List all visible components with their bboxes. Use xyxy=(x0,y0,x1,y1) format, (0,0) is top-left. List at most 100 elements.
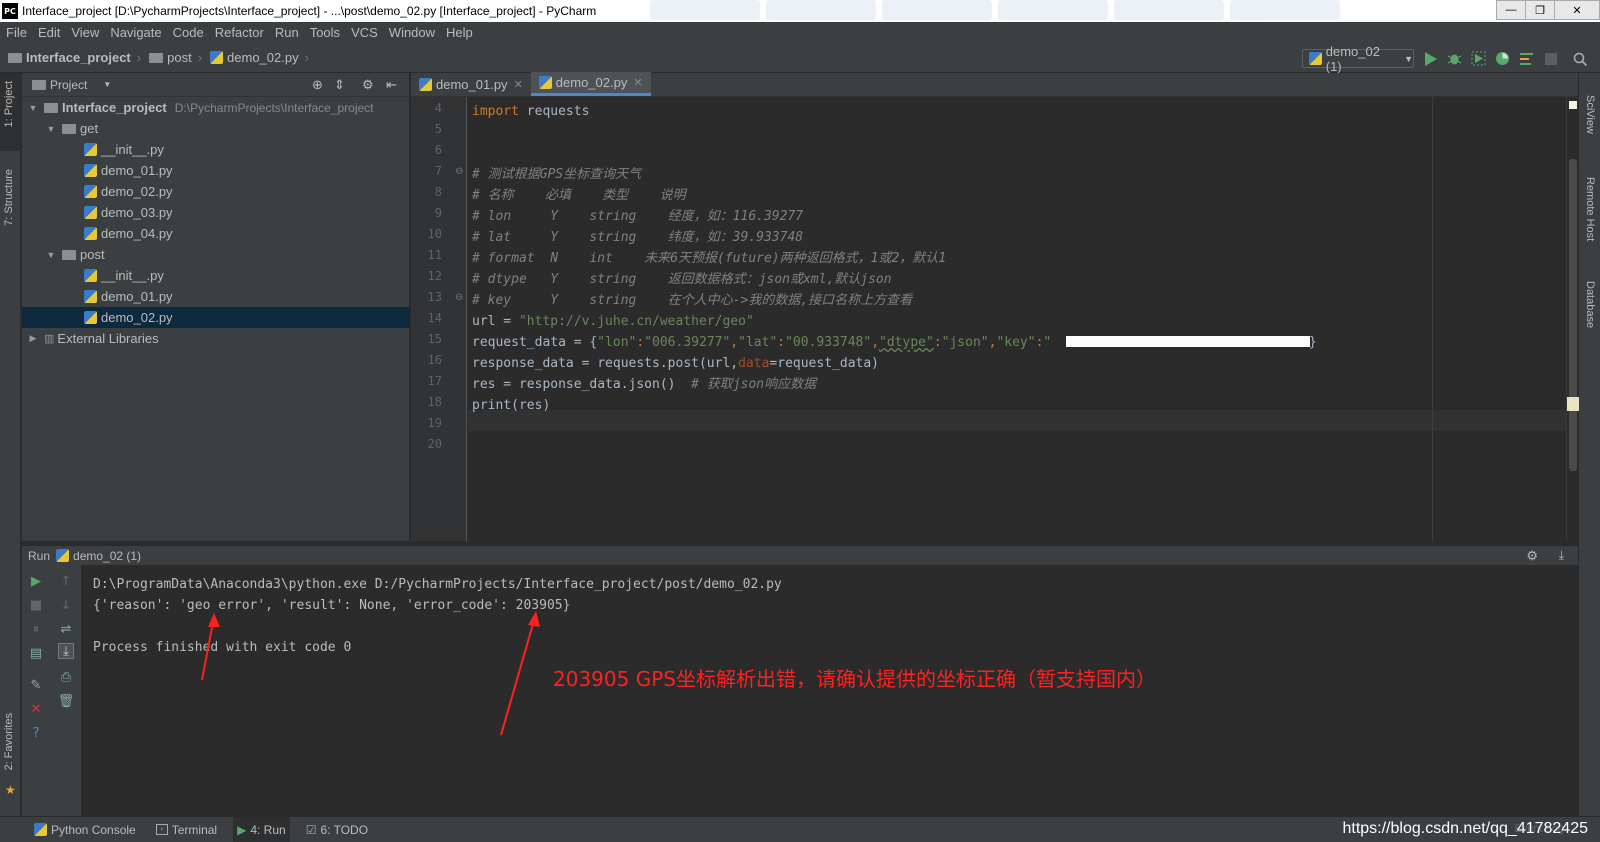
menu-vcs[interactable]: VCS xyxy=(345,25,383,40)
pin-tab-icon[interactable]: ✎ xyxy=(28,677,44,693)
editor-tab-active[interactable]: demo_02.py ✕ xyxy=(530,72,651,96)
editor-scrollbar[interactable] xyxy=(1566,97,1579,541)
tree-item-label: demo_01.py xyxy=(101,163,173,178)
hide-panel-icon[interactable]: ⤓ xyxy=(1559,548,1564,563)
terminal-icon: › xyxy=(155,824,168,835)
line-number: 13 xyxy=(427,290,442,304)
fold-marker-icon[interactable]: ⊖ xyxy=(455,292,463,303)
breadcrumb-project[interactable]: Interface_project › xyxy=(8,50,141,65)
tab-favorites[interactable]: 2: Favorites xyxy=(3,713,15,770)
close-icon[interactable]: ✕ xyxy=(514,78,523,91)
breadcrumb-folder[interactable]: post › xyxy=(149,50,202,65)
inspection-status-icon[interactable] xyxy=(1569,101,1577,109)
star-icon: ★ xyxy=(5,783,16,797)
close-icon[interactable]: ✕ xyxy=(633,76,642,89)
left-tool-strip: 1: Project 7: Structure 2: Favorites ★ xyxy=(0,73,21,816)
rerun-icon[interactable]: ▶ xyxy=(28,573,44,589)
print-icon[interactable]: ⎙ xyxy=(58,669,74,685)
collapse-all-icon[interactable]: ⇕ xyxy=(334,77,345,93)
line-number: 9 xyxy=(434,206,442,220)
locate-icon[interactable]: ⊕ xyxy=(312,77,323,93)
tree-item-file[interactable]: __init__.py xyxy=(22,265,410,286)
gear-icon[interactable]: ⚙ xyxy=(362,77,374,93)
project-panel-title[interactable]: Project xyxy=(50,78,87,92)
concurrency-icon[interactable] xyxy=(1519,51,1534,66)
chevron-down-icon[interactable]: ▼ xyxy=(103,80,111,89)
tab-structure[interactable]: 7: Structure xyxy=(3,169,15,226)
tree-item-folder[interactable]: ▼ post xyxy=(22,244,410,265)
debug-icon[interactable] xyxy=(1447,51,1462,66)
menu-help[interactable]: Help xyxy=(440,25,478,40)
pause-icon[interactable]: ⏸ xyxy=(28,621,44,637)
line-number: 15 xyxy=(427,332,442,346)
fold-marker-icon[interactable]: ⊖ xyxy=(455,166,463,177)
menu-run[interactable]: Run xyxy=(269,25,304,40)
editor-tab[interactable]: demo_01.py ✕ xyxy=(411,72,531,96)
hide-panel-icon[interactable]: ⇤ xyxy=(386,77,397,93)
maximize-button[interactable]: ❐ xyxy=(1525,0,1555,20)
code-line: res = response_data.json() # 获取json响应数据 xyxy=(472,377,817,392)
tree-item-project-root[interactable]: ▼ Interface_project D:\PycharmProjects\I… xyxy=(22,97,410,118)
stop-icon[interactable] xyxy=(1543,51,1558,66)
tab-database[interactable]: Database xyxy=(1584,281,1596,328)
tree-item-label: demo_02.py xyxy=(101,310,173,325)
run-configuration-select[interactable]: demo_02 (1) ▼ xyxy=(1302,44,1414,74)
code-line: # format N int 未来6天预报(future)两种返回格式，1或2，… xyxy=(472,251,947,266)
python-console-tab[interactable]: Python Console xyxy=(30,817,140,842)
run-tab[interactable]: ▶ 4: Run xyxy=(233,816,290,842)
menu-navigate[interactable]: Navigate xyxy=(104,25,166,40)
tab-project[interactable]: 1: Project xyxy=(3,81,15,127)
line-number: 7 xyxy=(434,164,442,178)
scrollbar-thumb[interactable] xyxy=(1569,159,1577,471)
tree-item-file[interactable]: demo_02.py xyxy=(22,181,410,202)
tree-item-file[interactable]: demo_03.py xyxy=(22,202,410,223)
terminal-tab[interactable]: › Terminal xyxy=(152,817,221,842)
tab-sciview[interactable]: SciView xyxy=(1584,95,1596,134)
python-file-icon xyxy=(210,51,224,64)
down-arrow-icon[interactable]: ↓ xyxy=(58,597,74,613)
profile-icon[interactable] xyxy=(1495,51,1510,66)
project-panel: Project ▼ ⊕ ⇕ ⚙ ⇤ ▼ Interface_project D:… xyxy=(22,73,410,541)
search-icon[interactable] xyxy=(1572,51,1587,66)
tree-item-file-selected[interactable]: demo_02.py xyxy=(22,307,410,328)
python-file-icon xyxy=(538,76,552,89)
minimize-button[interactable]: — xyxy=(1496,0,1526,20)
tree-item-file[interactable]: demo_01.py xyxy=(22,286,410,307)
up-arrow-icon[interactable]: ↑ xyxy=(58,573,74,589)
run-icon[interactable] xyxy=(1423,51,1438,66)
close-icon[interactable]: ✕ xyxy=(28,701,44,717)
menu-tools[interactable]: Tools xyxy=(304,25,345,40)
scroll-to-end-icon[interactable]: ⤓ xyxy=(58,643,74,659)
close-button[interactable]: ✕ xyxy=(1554,0,1600,20)
gear-icon[interactable]: ⚙ xyxy=(1526,548,1538,564)
tree-item-external-libraries[interactable]: ▶ ▥ External Libraries xyxy=(22,328,410,349)
soft-wrap-icon[interactable]: ⇌ xyxy=(58,621,74,637)
tree-item-folder[interactable]: ▼ get xyxy=(22,118,410,139)
breadcrumb-file[interactable]: demo_02.py › xyxy=(210,50,309,65)
stop-icon[interactable]: ■ xyxy=(28,597,44,613)
run-panel-title: Run xyxy=(28,548,51,563)
code-editor[interactable]: import requests # 测试根据GPS坐标查询天气 # 名称 必填 … xyxy=(468,97,1579,541)
help-icon[interactable]: ? xyxy=(28,725,44,741)
trash-icon[interactable]: 🗑 xyxy=(58,693,75,709)
python-file-icon xyxy=(84,290,97,303)
run-with-coverage-icon[interactable] xyxy=(1471,51,1486,66)
line-number: 18 xyxy=(427,395,442,409)
tab-remote-host[interactable]: Remote Host xyxy=(1584,177,1596,241)
tree-item-file[interactable]: demo_01.py xyxy=(22,160,410,181)
menu-window[interactable]: Window xyxy=(383,25,440,40)
restore-layout-icon[interactable]: ▤ xyxy=(28,645,44,661)
menu-view[interactable]: View xyxy=(65,25,104,40)
menu-file[interactable]: File xyxy=(0,25,32,40)
todo-tab[interactable]: ☑ 6: TODO xyxy=(302,817,372,842)
run-config-label[interactable]: demo_02 (1) xyxy=(73,549,141,563)
menu-edit[interactable]: Edit xyxy=(32,25,65,40)
menu-refactor[interactable]: Refactor xyxy=(209,25,269,40)
tree-item-file[interactable]: demo_04.py xyxy=(22,223,410,244)
run-console[interactable]: D:\ProgramData\Anaconda3\python.exe D:/P… xyxy=(83,565,1578,816)
line-number: 10 xyxy=(427,227,442,241)
menu-code[interactable]: Code xyxy=(167,25,209,40)
code-line: # lon Y string 经度，如：116.39277 xyxy=(472,209,804,224)
line-number: 11 xyxy=(427,248,442,262)
tree-item-file[interactable]: __init__.py xyxy=(22,139,410,160)
